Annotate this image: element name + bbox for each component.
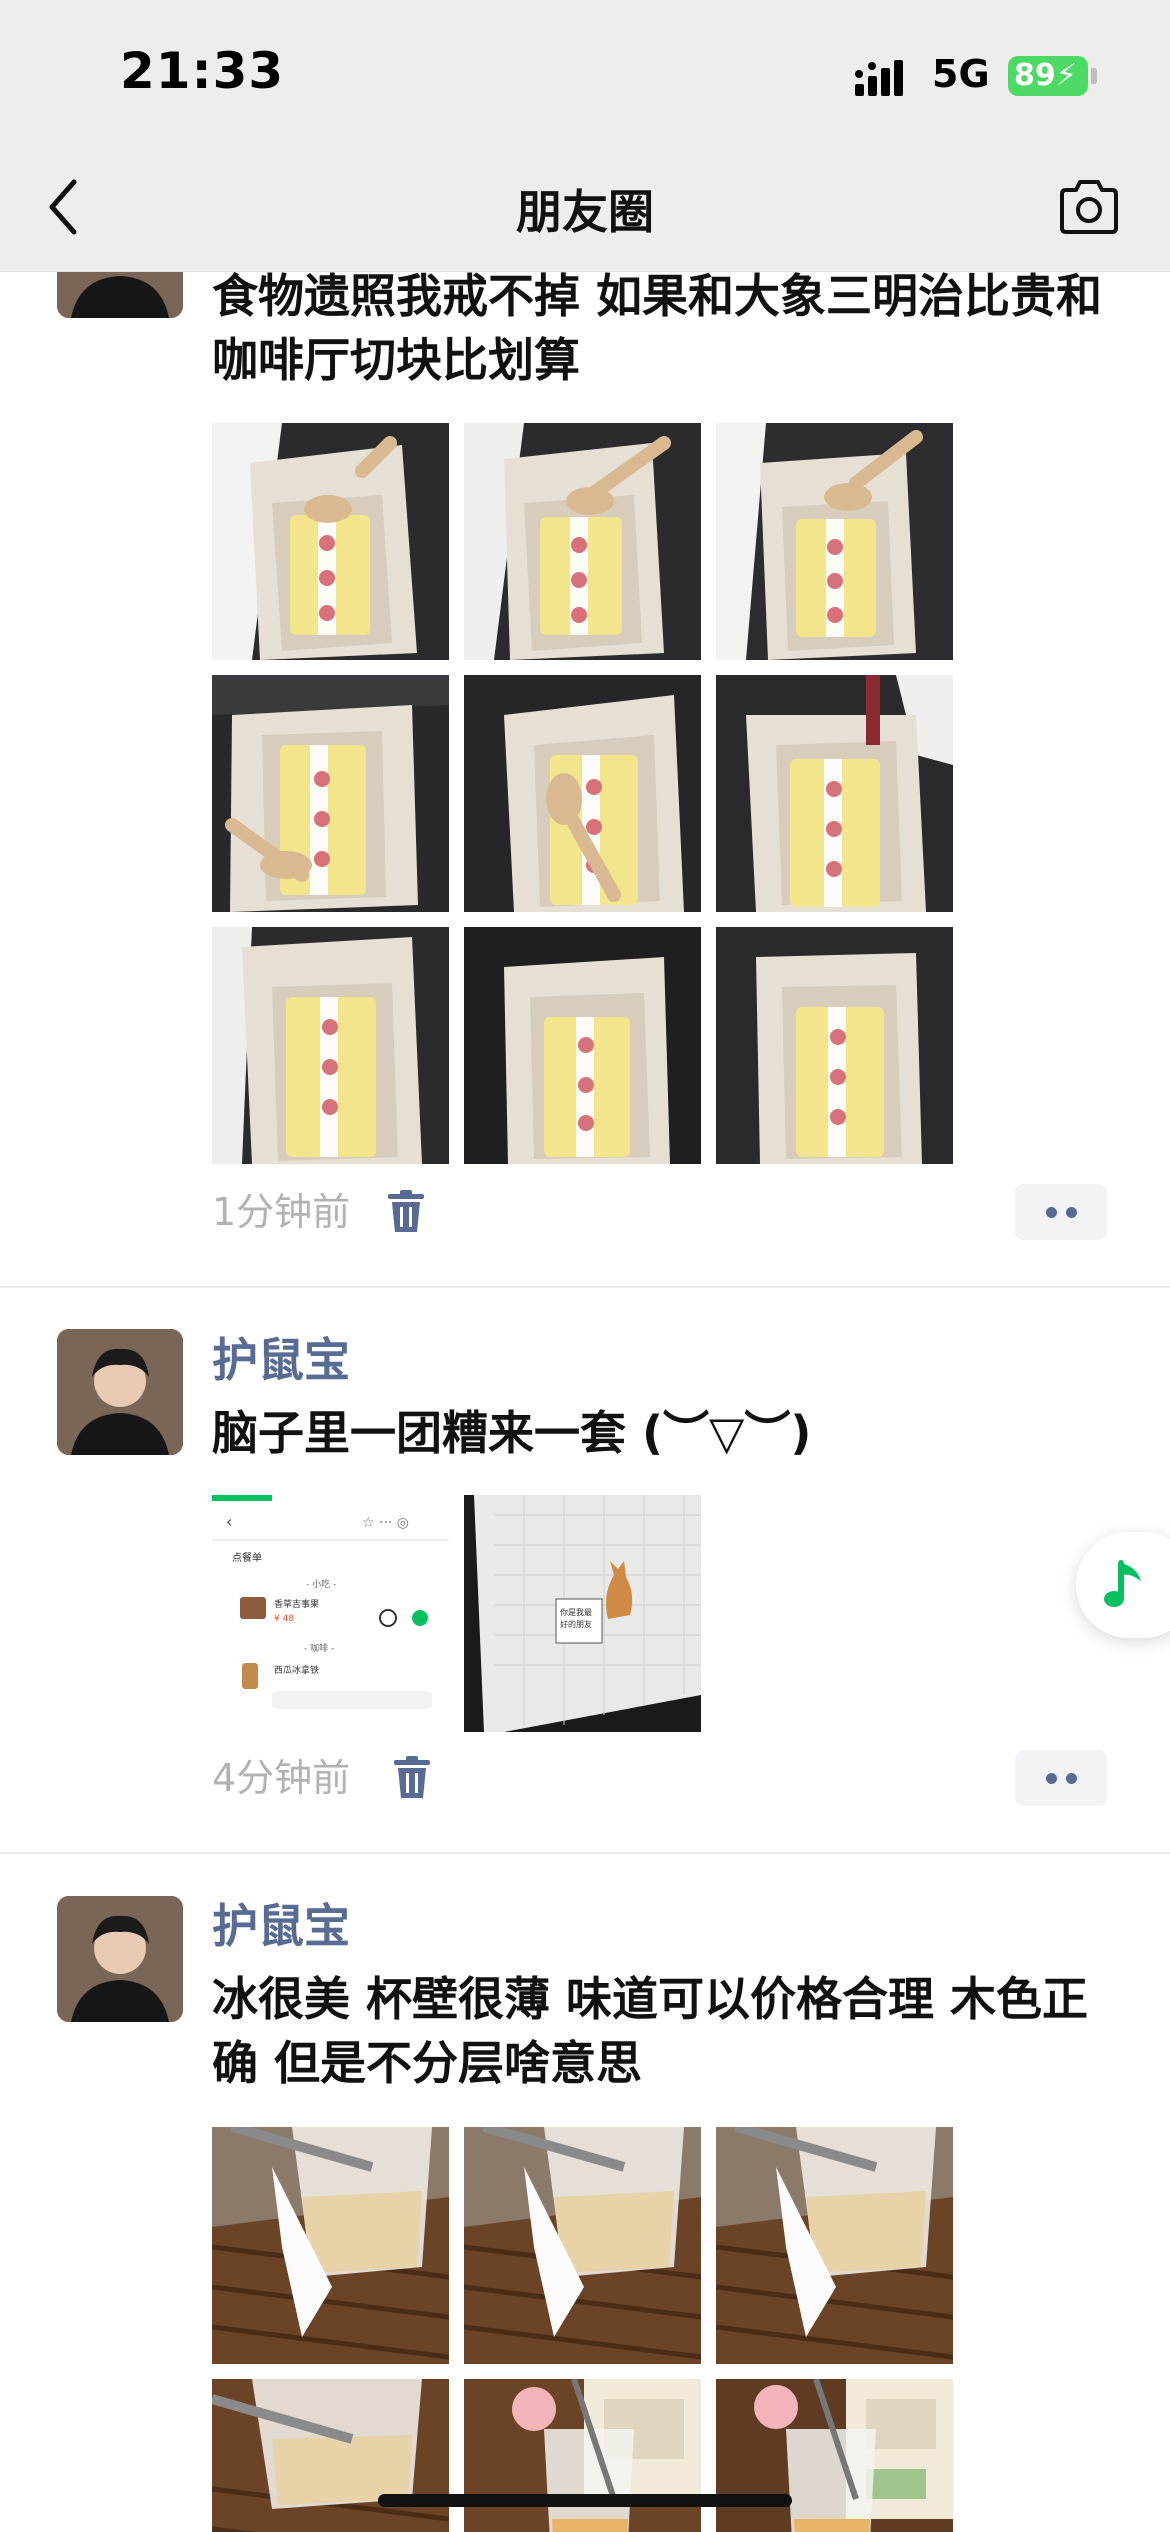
camera-icon[interactable] — [1058, 178, 1120, 234]
post-text: 食物遗照我戒不掉 如果和大象三明治比贵和咖啡厅切块比划算 — [212, 269, 1103, 387]
svg-text:¥ 48: ¥ 48 — [274, 1614, 294, 1624]
trash-icon[interactable] — [386, 1190, 426, 1234]
battery-indicator: 89⚡ — [1008, 56, 1088, 96]
photo-thumbnail[interactable] — [212, 675, 449, 912]
svg-text:西瓜冰拿铁: 西瓜冰拿铁 — [274, 1664, 319, 1676]
avatar[interactable] — [57, 1329, 183, 1455]
network-type: 5G — [932, 52, 990, 96]
signal-icon — [855, 60, 903, 96]
moments-feed[interactable]: 食物遗照我戒不掉 如果和大象三明治比贵和咖啡厅切块比划算 1分钟前 护鼠宝 脑子… — [0, 0, 1170, 2532]
top-bar: 21:33 5G 89⚡ 朋友圈 — [0, 0, 1170, 272]
charging-bolt-icon: ⚡ — [1055, 58, 1077, 93]
page-title: 朋友圈 — [516, 185, 654, 239]
more-dots-icon — [1046, 1207, 1057, 1218]
more-actions-button[interactable] — [1015, 1750, 1107, 1806]
post-text: 冰很美 杯壁很薄 味道可以价格合理 木色正确 但是不分层啥意思 — [212, 1972, 1089, 2090]
photo-thumbnail[interactable] — [464, 423, 701, 660]
more-actions-button[interactable] — [1015, 1184, 1107, 1240]
photo-thumbnail[interactable] — [716, 2127, 953, 2364]
author-name[interactable]: 护鼠宝 — [212, 1896, 350, 1956]
photo-thumbnail[interactable] — [212, 2127, 449, 2364]
photo-thumbnail[interactable] — [464, 927, 701, 1164]
photo-thumbnail[interactable] — [716, 2379, 953, 2532]
more-dots-icon — [1046, 1773, 1057, 1784]
photo-thumbnail[interactable] — [716, 423, 953, 660]
svg-text:☆ ··· ◎: ☆ ··· ◎ — [362, 1515, 409, 1531]
post-divider — [0, 1852, 1170, 1854]
post-divider — [0, 1286, 1170, 1288]
svg-text:你是我最: 你是我最 — [560, 1607, 592, 1617]
home-indicator — [378, 2494, 792, 2507]
photo-thumbnail[interactable] — [716, 675, 953, 912]
svg-text:‹: ‹ — [226, 1512, 232, 1531]
photo-thumbnail[interactable]: ‹ ☆ ··· ◎ 点餐单 - 小吃 - 香草吉事果 ¥ 48 - 咖啡 - 西瓜冰拿铁 — [212, 1495, 449, 1732]
photo-thumbnail[interactable] — [464, 2379, 701, 2532]
trash-icon[interactable] — [392, 1756, 432, 1800]
photo-thumbnail[interactable] — [464, 2127, 701, 2364]
svg-text:- 小吃 -: - 小吃 - — [306, 1578, 336, 1590]
svg-text:- 咖啡 -: - 咖啡 - — [304, 1642, 334, 1654]
post-text: 脑子里一团糟来一套 (︶▽︶) — [212, 1406, 812, 1460]
more-dots-icon — [1066, 1773, 1077, 1784]
photo-thumbnail[interactable]: 你是我最 好的朋友 — [464, 1495, 701, 1732]
svg-text:好的朋友: 好的朋友 — [560, 1619, 592, 1629]
photo-thumbnail[interactable] — [212, 423, 449, 660]
avatar[interactable] — [57, 1896, 183, 2022]
post-time: 4分钟前 — [212, 1756, 351, 1800]
svg-text:点餐单: 点餐单 — [232, 1551, 262, 1564]
more-dots-icon — [1066, 1207, 1077, 1218]
photo-thumbnail[interactable] — [212, 2379, 449, 2532]
svg-text:香草吉事果: 香草吉事果 — [274, 1598, 319, 1610]
photo-thumbnail[interactable] — [212, 927, 449, 1164]
photo-thumbnail[interactable] — [716, 927, 953, 1164]
photo-thumbnail[interactable] — [464, 675, 701, 912]
battery-level: 89 — [1014, 58, 1056, 93]
music-note-icon — [1104, 1560, 1141, 1607]
battery-cap — [1091, 68, 1097, 84]
status-time: 21:33 — [120, 42, 285, 100]
author-name[interactable]: 护鼠宝 — [212, 1330, 350, 1390]
post-time: 1分钟前 — [212, 1190, 351, 1234]
